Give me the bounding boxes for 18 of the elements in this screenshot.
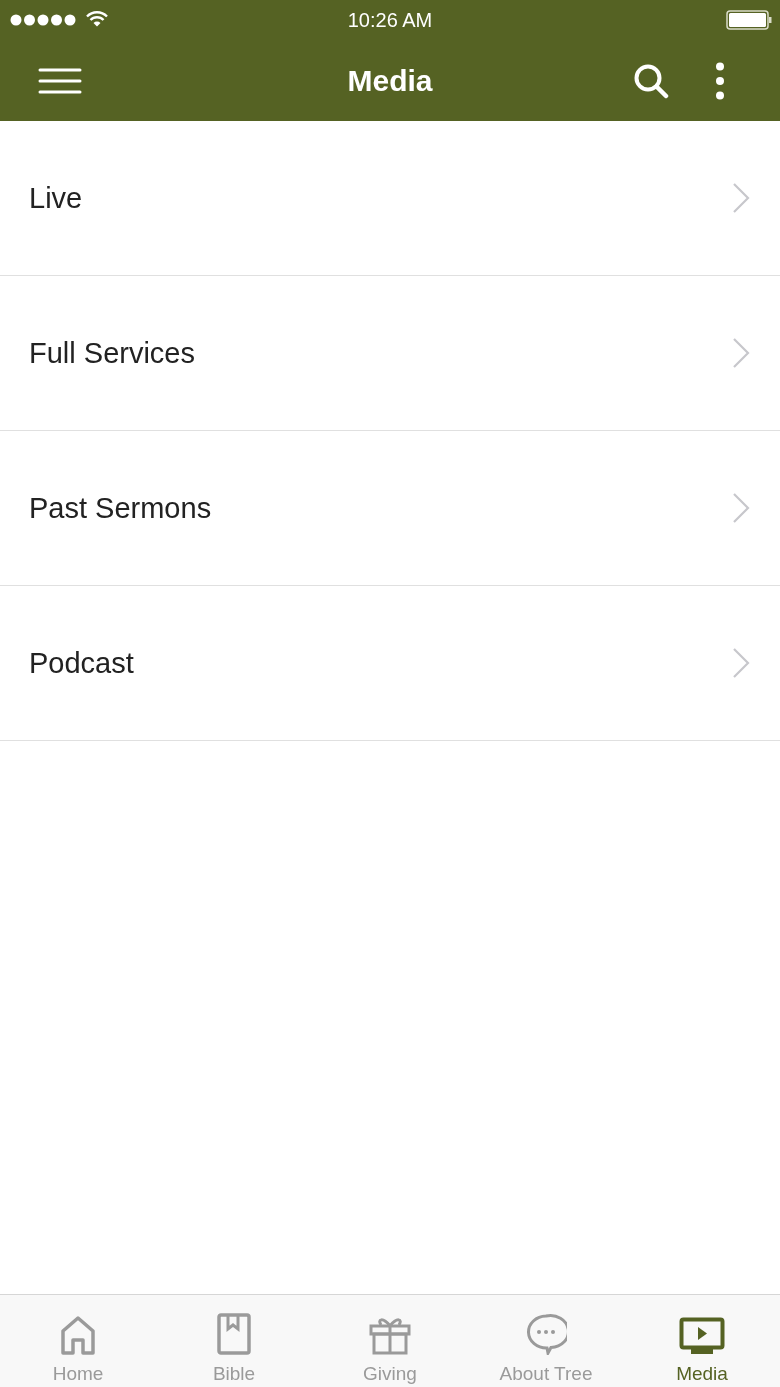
chevron-right-icon [732,647,750,679]
battery-icon [726,10,772,30]
menu-button[interactable] [38,66,82,95]
chevron-right-icon [732,337,750,369]
book-icon [217,1313,251,1355]
gift-icon [369,1315,411,1355]
search-button[interactable] [633,62,669,99]
chevron-right-icon [732,492,750,524]
more-options-button[interactable] [715,61,725,100]
signal-icon [10,14,76,26]
status-time: 10:26 AM [346,8,434,32]
house-icon [60,1315,96,1355]
chat-bubble-icon [525,1313,567,1355]
page-title: Media [346,63,434,98]
tv-play-icon [679,1317,725,1355]
chevron-right-icon [732,182,750,214]
wifi-icon [86,11,108,27]
tab-item[interactable]: Media [624,1295,780,1387]
